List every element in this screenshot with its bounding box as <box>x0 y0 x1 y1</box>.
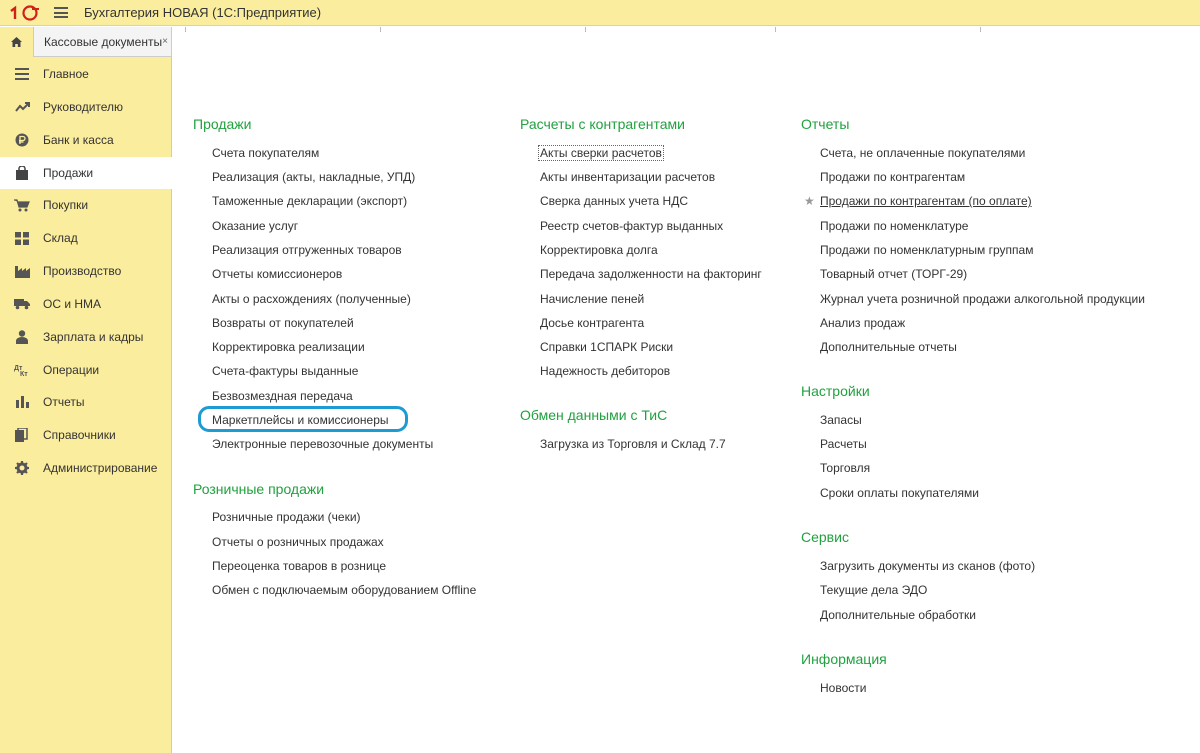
link-alcohol-journal[interactable]: Журнал учета розничной продажи алкогольн… <box>820 292 1145 306</box>
link-sales-adjustment[interactable]: Корректировка реализации <box>212 340 365 354</box>
section-title-exchange: Обмен данными с ТиС <box>520 407 668 423</box>
tab-separator <box>585 27 586 32</box>
tab-separator <box>380 27 381 32</box>
link-commission-reports[interactable]: Отчеты комиссионеров <box>212 267 342 281</box>
sidebar-item-reports[interactable]: Отчеты <box>0 386 172 418</box>
link-debt-adjustment[interactable]: Корректировка долга <box>540 243 658 257</box>
sidebar-item-salary[interactable]: Зарплата и кадры <box>0 321 172 353</box>
link-load-from-tis[interactable]: Загрузка из Торговля и Склад 7.7 <box>540 437 726 451</box>
link-sales-by-counterparty[interactable]: Продажи по контрагентам <box>820 170 965 184</box>
link-sales-by-item[interactable]: Продажи по номенклатуре <box>820 219 968 233</box>
svg-text:Кт: Кт <box>20 371 28 377</box>
section-title-retail: Розничные продажи <box>193 481 325 497</box>
shopping-bag-icon <box>13 164 31 182</box>
sidebar-item-bank[interactable]: Банк и касса <box>0 124 172 156</box>
link-free-transfer[interactable]: Безвозмездная передача <box>212 389 353 403</box>
link-debtor-reliability[interactable]: Надежность дебиторов <box>540 364 670 378</box>
home-button[interactable] <box>0 27 34 57</box>
link-sales-realization[interactable]: Реализация (акты, накладные, УПД) <box>212 170 415 184</box>
link-payment-terms[interactable]: Сроки оплаты покупателями <box>820 486 979 500</box>
link-customer-returns[interactable]: Возвраты от покупателей <box>212 316 354 330</box>
tab-separator <box>775 27 776 32</box>
section-title-service: Сервис <box>801 529 849 545</box>
sidebar-item-purchases[interactable]: Покупки <box>0 189 172 221</box>
ruble-coin-icon <box>13 131 31 149</box>
sidebar-item-production[interactable]: Производство <box>0 255 172 287</box>
link-additional-reports[interactable]: Дополнительные отчеты <box>820 340 957 354</box>
link-unpaid-invoices[interactable]: Счета, не оплаченные покупателями <box>820 146 1025 160</box>
sidebar-item-administration[interactable]: Администрирование <box>0 452 172 484</box>
link-services[interactable]: Оказание услуг <box>212 219 298 233</box>
link-sales-by-counterparty-payment[interactable]: Продажи по контрагентам (по оплате) <box>820 194 1032 208</box>
tab-cash-documents[interactable]: Кассовые документы × <box>34 27 172 57</box>
section-title-sales: Продажи <box>193 116 252 132</box>
link-trade-settings[interactable]: Торговля <box>820 461 870 475</box>
link-retail-reports[interactable]: Отчеты о розничных продажах <box>212 535 384 549</box>
sidebar-item-operations[interactable]: Дт Кт Операции <box>0 354 172 386</box>
link-electronic-waybills[interactable]: Электронные перевозочные документы <box>212 437 433 451</box>
link-spark-risks[interactable]: Справки 1СПАРК Риски <box>540 340 673 354</box>
link-scan-upload[interactable]: Загрузить документы из сканов (фото) <box>820 559 1035 573</box>
link-reconciliation-acts[interactable]: Акты сверки расчетов <box>538 145 664 161</box>
link-sales-by-item-group[interactable]: Продажи по номенклатурным группам <box>820 243 1033 257</box>
person-icon <box>13 328 31 346</box>
sidebar-item-sales[interactable]: Продажи <box>0 157 172 189</box>
link-issued-invoices[interactable]: Счета-фактуры выданные <box>212 364 358 378</box>
link-inventory-acts[interactable]: Акты инвентаризации расчетов <box>540 170 715 184</box>
link-edo-tasks[interactable]: Текущие дела ЭДО <box>820 583 927 597</box>
favorite-star-icon[interactable]: ★ <box>804 194 815 208</box>
link-shipped-goods[interactable]: Реализация отгруженных товаров <box>212 243 402 257</box>
truck-icon <box>13 295 31 313</box>
app-title: Бухгалтерия НОВАЯ (1С:Предприятие) <box>84 5 322 20</box>
tab-row: Кассовые документы × <box>0 27 1200 57</box>
link-invoice-register[interactable]: Реестр счетов-фактур выданных <box>540 219 723 233</box>
section-title-reports: Отчеты <box>801 116 850 132</box>
link-stock-settings[interactable]: Запасы <box>820 413 862 427</box>
tab-separator <box>980 27 981 32</box>
section-title-settlements: Расчеты с контрагентами <box>520 116 685 132</box>
grid-icon <box>13 229 31 247</box>
link-retail-receipts[interactable]: Розничные продажи (чеки) <box>212 510 361 524</box>
sidebar-item-warehouse[interactable]: Склад <box>0 222 172 254</box>
sidebar-item-fixed-assets[interactable]: ОС и НМА <box>0 288 172 320</box>
link-retail-revaluation[interactable]: Переоценка товаров в рознице <box>212 559 386 573</box>
close-icon[interactable]: × <box>162 36 168 47</box>
link-customer-invoices[interactable]: Счета покупателям <box>212 146 319 160</box>
list-icon <box>13 65 31 83</box>
factory-icon <box>13 262 31 280</box>
dt-kt-icon: Дт Кт <box>13 361 31 379</box>
link-factoring[interactable]: Передача задолженности на факторинг <box>540 267 762 281</box>
link-additional-processing[interactable]: Дополнительные обработки <box>820 608 976 622</box>
link-news[interactable]: Новости <box>820 681 866 695</box>
section-title-settings: Настройки <box>801 383 870 399</box>
books-icon <box>13 426 31 444</box>
sidebar-item-manager[interactable]: Руководителю <box>0 91 172 123</box>
sidebar-item-main[interactable]: Главное <box>0 58 172 90</box>
sidebar-item-references[interactable]: Справочники <box>0 419 172 451</box>
home-icon <box>11 37 22 47</box>
title-bar: Бухгалтерия НОВАЯ (1С:Предприятие) <box>0 0 1200 26</box>
link-sales-analysis[interactable]: Анализ продаж <box>820 316 905 330</box>
bar-chart-icon <box>13 393 31 411</box>
cart-icon <box>13 196 31 214</box>
link-customs-declarations[interactable]: Таможенные декларации (экспорт) <box>212 194 407 208</box>
section-title-info: Информация <box>801 651 887 667</box>
link-counterparty-dossier[interactable]: Досье контрагента <box>540 316 644 330</box>
link-discrepancy-acts[interactable]: Акты о расхождениях (полученные) <box>212 292 411 306</box>
sections-panel: Главное Руководителю Банк и касса Продаж… <box>0 57 172 753</box>
link-offline-equipment[interactable]: Обмен с подключаемым оборудованием Offli… <box>212 583 476 597</box>
link-penalties[interactable]: Начисление пеней <box>540 292 644 306</box>
tab-separator <box>185 27 186 32</box>
link-vat-reconciliation[interactable]: Сверка данных учета НДС <box>540 194 688 208</box>
link-settlement-settings[interactable]: Расчеты <box>820 437 867 451</box>
logo-1c-icon <box>8 4 42 21</box>
gear-icon <box>13 459 31 477</box>
link-marketplaces[interactable]: Маркетплейсы и комиссионеры <box>212 413 389 427</box>
trend-icon <box>13 98 31 116</box>
tab-label: Кассовые документы <box>44 34 163 49</box>
link-torg-29[interactable]: Товарный отчет (ТОРГ-29) <box>820 267 967 281</box>
main-menu-icon[interactable] <box>54 7 68 18</box>
